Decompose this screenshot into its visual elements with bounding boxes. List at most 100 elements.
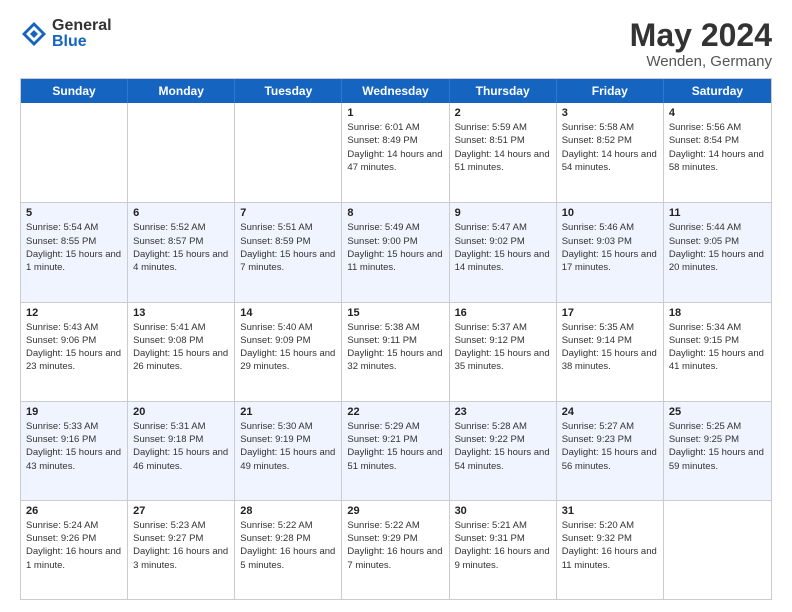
- day-info: Sunrise: 5:52 AM Sunset: 8:57 PM Dayligh…: [133, 221, 229, 274]
- cal-cell-0-6: 4 Sunrise: 5:56 AM Sunset: 8:54 PM Daylig…: [664, 103, 771, 202]
- cal-cell-3-5: 24 Sunrise: 5:27 AM Sunset: 9:23 PM Dayli…: [557, 402, 664, 500]
- cal-cell-3-0: 19Sunrise: 5:33 AM Sunset: 9:16 PM Dayli…: [21, 402, 128, 500]
- cal-cell-4-0: 26Sunrise: 5:24 AM Sunset: 9:26 PM Dayli…: [21, 501, 128, 599]
- cal-cell-1-3: 8Sunrise: 5:49 AM Sunset: 9:00 PM Daylig…: [342, 203, 449, 301]
- day-number: 18: [669, 307, 766, 319]
- day-info: Sunrise: 5:22 AM Sunset: 9:28 PM Dayligh…: [240, 519, 336, 572]
- cal-cell-2-5: 17 Sunrise: 5:35 AM Sunset: 9:14 PM Dayli…: [557, 303, 664, 401]
- day-number: 3: [562, 107, 658, 119]
- day-number: 12: [26, 307, 122, 319]
- cal-cell-4-5: 31 Sunrise: 5:20 AM Sunset: 9:32 PM Dayli…: [557, 501, 664, 599]
- day-info: Sunrise: 5:31 AM Sunset: 9:18 PM Dayligh…: [133, 420, 229, 473]
- day-number: 2: [455, 107, 551, 119]
- day-info: Sunrise: 5:25 AM Sunset: 9:25 PM Dayligh…: [669, 420, 766, 473]
- logo-blue-text: Blue: [52, 34, 112, 50]
- cal-cell-2-4: 16 Sunrise: 5:37 AM Sunset: 9:12 PM Dayli…: [450, 303, 557, 401]
- day-number: 24: [562, 406, 658, 418]
- day-info: Sunrise: 5:24 AM Sunset: 9:26 PM Dayligh…: [26, 519, 122, 572]
- day-info: Sunrise: 5:35 AM Sunset: 9:14 PM Dayligh…: [562, 321, 658, 374]
- header-thursday: Thursday: [450, 79, 557, 103]
- cal-cell-4-2: 28Sunrise: 5:22 AM Sunset: 9:28 PM Dayli…: [235, 501, 342, 599]
- cal-cell-3-6: 25 Sunrise: 5:25 AM Sunset: 9:25 PM Dayli…: [664, 402, 771, 500]
- day-info: Sunrise: 5:51 AM Sunset: 8:59 PM Dayligh…: [240, 221, 336, 274]
- logo-general-text: General: [52, 18, 112, 34]
- day-info: Sunrise: 5:41 AM Sunset: 9:08 PM Dayligh…: [133, 321, 229, 374]
- day-number: 1: [347, 107, 443, 119]
- day-info: Sunrise: 5:29 AM Sunset: 9:21 PM Dayligh…: [347, 420, 443, 473]
- header-monday: Monday: [128, 79, 235, 103]
- day-number: 25: [669, 406, 766, 418]
- day-info: Sunrise: 5:44 AM Sunset: 9:05 PM Dayligh…: [669, 221, 766, 274]
- header-friday: Friday: [557, 79, 664, 103]
- logo: General Blue: [20, 18, 112, 50]
- cal-cell-2-0: 12 Sunrise: 5:43 AM Sunset: 9:06 PM Dayli…: [21, 303, 128, 401]
- day-number: 21: [240, 406, 336, 418]
- day-number: 7: [240, 207, 336, 219]
- cal-cell-0-5: 3 Sunrise: 5:58 AM Sunset: 8:52 PM Daylig…: [557, 103, 664, 202]
- cal-cell-1-5: 10Sunrise: 5:46 AM Sunset: 9:03 PM Dayli…: [557, 203, 664, 301]
- day-info: Sunrise: 5:54 AM Sunset: 8:55 PM Dayligh…: [26, 221, 122, 274]
- cal-row-3: 19Sunrise: 5:33 AM Sunset: 9:16 PM Dayli…: [21, 401, 771, 500]
- cal-cell-4-4: 30Sunrise: 5:21 AM Sunset: 9:31 PM Dayli…: [450, 501, 557, 599]
- logo-icon: [20, 20, 48, 48]
- cal-cell-1-6: 11 Sunrise: 5:44 AM Sunset: 9:05 PM Dayli…: [664, 203, 771, 301]
- cal-cell-3-2: 21Sunrise: 5:30 AM Sunset: 9:19 PM Dayli…: [235, 402, 342, 500]
- day-info: Sunrise: 5:38 AM Sunset: 9:11 PM Dayligh…: [347, 321, 443, 374]
- day-info: Sunrise: 5:20 AM Sunset: 9:32 PM Dayligh…: [562, 519, 658, 572]
- cal-cell-4-1: 27 Sunrise: 5:23 AM Sunset: 9:27 PM Dayli…: [128, 501, 235, 599]
- day-number: 10: [562, 207, 658, 219]
- header: General Blue May 2024 Wenden, Germany: [20, 18, 772, 70]
- day-info: Sunrise: 6:01 AM Sunset: 8:49 PM Dayligh…: [347, 121, 443, 174]
- day-number: 23: [455, 406, 551, 418]
- day-info: Sunrise: 5:58 AM Sunset: 8:52 PM Dayligh…: [562, 121, 658, 174]
- day-info: Sunrise: 5:40 AM Sunset: 9:09 PM Dayligh…: [240, 321, 336, 374]
- cal-row-4: 26Sunrise: 5:24 AM Sunset: 9:26 PM Dayli…: [21, 500, 771, 599]
- cal-row-1: 5 Sunrise: 5:54 AM Sunset: 8:55 PM Daylig…: [21, 202, 771, 301]
- day-info: Sunrise: 5:43 AM Sunset: 9:06 PM Dayligh…: [26, 321, 122, 374]
- cal-cell-0-3: 1 Sunrise: 6:01 AM Sunset: 8:49 PM Daylig…: [342, 103, 449, 202]
- cal-cell-2-1: 13 Sunrise: 5:41 AM Sunset: 9:08 PM Dayli…: [128, 303, 235, 401]
- calendar-header: Sunday Monday Tuesday Wednesday Thursday…: [21, 79, 771, 103]
- day-number: 11: [669, 207, 766, 219]
- header-saturday: Saturday: [664, 79, 771, 103]
- page: General Blue May 2024 Wenden, Germany Su…: [0, 0, 792, 612]
- day-info: Sunrise: 5:37 AM Sunset: 9:12 PM Dayligh…: [455, 321, 551, 374]
- day-number: 8: [347, 207, 443, 219]
- day-info: Sunrise: 5:21 AM Sunset: 9:31 PM Dayligh…: [455, 519, 551, 572]
- cal-cell-4-3: 29Sunrise: 5:22 AM Sunset: 9:29 PM Dayli…: [342, 501, 449, 599]
- title-location: Wenden, Germany: [630, 53, 772, 70]
- day-number: 16: [455, 307, 551, 319]
- header-tuesday: Tuesday: [235, 79, 342, 103]
- day-number: 22: [347, 406, 443, 418]
- day-info: Sunrise: 5:56 AM Sunset: 8:54 PM Dayligh…: [669, 121, 766, 174]
- day-number: 6: [133, 207, 229, 219]
- calendar: Sunday Monday Tuesday Wednesday Thursday…: [20, 78, 772, 600]
- cal-cell-2-3: 15Sunrise: 5:38 AM Sunset: 9:11 PM Dayli…: [342, 303, 449, 401]
- cal-cell-0-2: [235, 103, 342, 202]
- day-number: 17: [562, 307, 658, 319]
- day-number: 19: [26, 406, 122, 418]
- cal-cell-1-0: 5 Sunrise: 5:54 AM Sunset: 8:55 PM Daylig…: [21, 203, 128, 301]
- logo-text: General Blue: [52, 18, 112, 50]
- day-number: 27: [133, 505, 229, 517]
- day-info: Sunrise: 5:23 AM Sunset: 9:27 PM Dayligh…: [133, 519, 229, 572]
- day-info: Sunrise: 5:27 AM Sunset: 9:23 PM Dayligh…: [562, 420, 658, 473]
- day-number: 9: [455, 207, 551, 219]
- day-number: 5: [26, 207, 122, 219]
- calendar-body: 1 Sunrise: 6:01 AM Sunset: 8:49 PM Daylig…: [21, 103, 771, 599]
- cal-cell-4-6: [664, 501, 771, 599]
- cal-row-2: 12 Sunrise: 5:43 AM Sunset: 9:06 PM Dayli…: [21, 302, 771, 401]
- day-number: 4: [669, 107, 766, 119]
- cal-cell-1-1: 6 Sunrise: 5:52 AM Sunset: 8:57 PM Daylig…: [128, 203, 235, 301]
- cal-cell-1-2: 7 Sunrise: 5:51 AM Sunset: 8:59 PM Daylig…: [235, 203, 342, 301]
- day-number: 20: [133, 406, 229, 418]
- day-info: Sunrise: 5:28 AM Sunset: 9:22 PM Dayligh…: [455, 420, 551, 473]
- cal-cell-3-4: 23 Sunrise: 5:28 AM Sunset: 9:22 PM Dayli…: [450, 402, 557, 500]
- day-number: 31: [562, 505, 658, 517]
- header-sunday: Sunday: [21, 79, 128, 103]
- day-number: 13: [133, 307, 229, 319]
- cal-cell-2-6: 18Sunrise: 5:34 AM Sunset: 9:15 PM Dayli…: [664, 303, 771, 401]
- cal-row-0: 1 Sunrise: 6:01 AM Sunset: 8:49 PM Daylig…: [21, 103, 771, 202]
- day-info: Sunrise: 5:47 AM Sunset: 9:02 PM Dayligh…: [455, 221, 551, 274]
- title-month: May 2024: [630, 18, 772, 53]
